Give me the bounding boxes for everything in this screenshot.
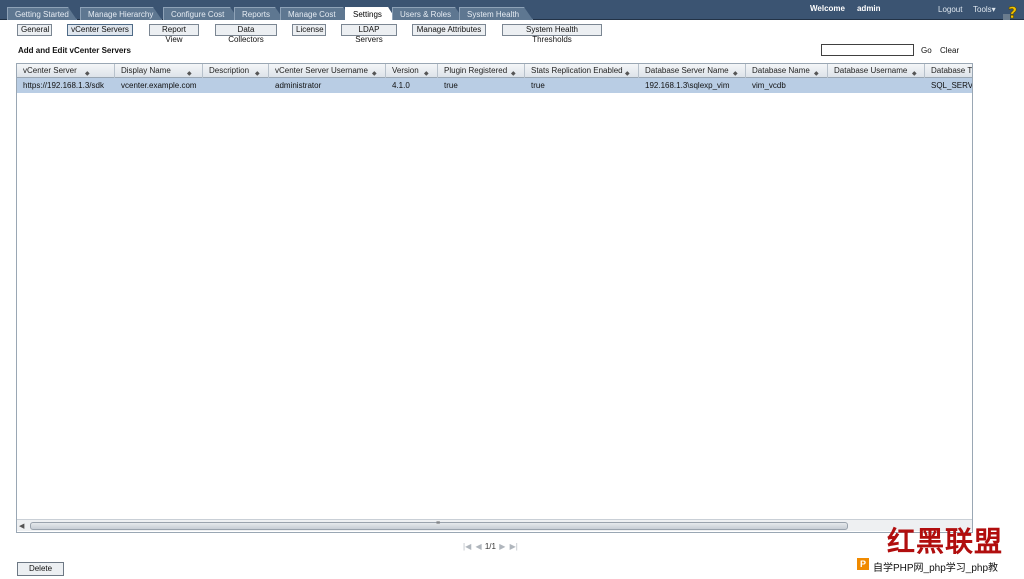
sort-icon[interactable]: ◆ <box>511 68 516 78</box>
column-header-description[interactable]: Description ◆ <box>203 64 269 78</box>
watermark-site-text: 自学PHP网_php学习_php教 <box>873 563 999 574</box>
column-header-display-name[interactable]: Display Name ◆ <box>115 64 203 78</box>
table-cell: vcenter.example.com <box>121 81 197 90</box>
help-question-icon[interactable]: ? <box>1003 3 1021 20</box>
subnav-vcenter-servers-button[interactable]: vCenter Servers <box>67 24 133 36</box>
first-page-icon[interactable]: |◀ <box>463 542 471 551</box>
tab-manage-cost[interactable]: Manage Cost <box>280 7 352 20</box>
watermark-badge-icon: P <box>857 558 869 570</box>
table-cell: true <box>444 81 458 90</box>
column-header-label: Plugin Registered <box>444 66 508 75</box>
sort-icon[interactable]: ◆ <box>625 68 630 78</box>
subnav-general-button[interactable]: General <box>17 24 52 36</box>
column-header-label: Version <box>392 66 419 75</box>
tab-manage-hierarchy[interactable]: Manage Hierarchy <box>80 7 162 20</box>
horizontal-scrollbar[interactable]: ◀ ≡ <box>17 519 972 531</box>
sort-icon[interactable]: ◆ <box>255 68 260 78</box>
prev-page-icon[interactable]: ◀ <box>475 542 481 551</box>
pagination: |◀ ◀ 1/1 ▶ ▶| <box>462 542 519 551</box>
tools-menu[interactable]: Tools▾ <box>973 5 996 14</box>
subnav-license-button[interactable]: License <box>292 24 326 36</box>
subnav-system-health-thresholds-button[interactable]: System Health Thresholds <box>502 24 602 44</box>
tab-system-health[interactable]: System Health <box>459 7 533 20</box>
next-page-icon[interactable]: ▶ <box>499 542 505 551</box>
tab-configure-cost[interactable]: Configure Cost <box>163 7 239 20</box>
column-header-version[interactable]: Version ◆ <box>386 64 438 78</box>
table-cell: 4.1.0 <box>392 81 410 90</box>
column-header-plugin-registered[interactable]: Plugin Registered ◆ <box>438 64 525 78</box>
subnav-manage-attributes-button[interactable]: Manage Attributes <box>412 24 486 36</box>
column-header-label: Database Ty <box>931 66 973 75</box>
welcome-label: Welcome <box>810 4 845 13</box>
page-title: Add and Edit vCenter Servers <box>18 46 131 55</box>
table-cell <box>828 78 925 93</box>
column-header-label: Database Server Name <box>645 66 729 75</box>
table-cell <box>203 78 269 93</box>
table-cell: SQL_SERVER <box>931 81 973 90</box>
column-header-label: Stats Replication Enabled <box>531 66 623 75</box>
table-cell: vim_vcdb <box>752 81 786 90</box>
column-header-label: Description <box>209 66 250 75</box>
last-page-icon[interactable]: ▶| <box>510 542 518 551</box>
subnav-ldap-servers-button[interactable]: LDAP Servers <box>341 24 397 44</box>
tab-getting-started[interactable]: Getting Started <box>7 7 77 20</box>
column-header-vcenter-username[interactable]: vCenter Server Username ◆ <box>269 64 386 78</box>
table-row[interactable]: https://192.168.1.3/sdk vcenter.example.… <box>17 78 973 93</box>
column-header-label: Display Name <box>121 66 171 75</box>
column-header-vcenter-server[interactable]: vCenter Server ◆ <box>17 64 115 78</box>
go-button[interactable]: Go <box>921 46 932 55</box>
column-header-database-name[interactable]: Database Name ◆ <box>746 64 828 78</box>
table-cell: true <box>531 81 545 90</box>
svg-text:?: ? <box>1008 3 1017 20</box>
column-header-label: Database Name <box>752 66 810 75</box>
sort-icon[interactable]: ◆ <box>733 68 738 78</box>
page-indicator: 1/1 <box>484 542 496 551</box>
column-header-label: Database Username <box>834 66 908 75</box>
table-cell: https://192.168.1.3/sdk <box>23 81 104 90</box>
column-header-label: vCenter Server Username <box>275 66 368 75</box>
watermark-logo: 红黑联盟 <box>887 525 1004 558</box>
subnav-report-view-button[interactable]: Report View <box>149 24 199 44</box>
delete-button[interactable]: Delete <box>17 562 64 576</box>
sort-icon[interactable]: ◆ <box>85 68 90 78</box>
scroll-left-icon[interactable]: ◀ <box>19 522 24 530</box>
table-cell: administrator <box>275 81 322 90</box>
table-header: vCenter Server ◆ Display Name ◆ Descriptio… <box>17 64 973 78</box>
column-header-label: vCenter Server <box>23 66 77 75</box>
sort-icon[interactable]: ◆ <box>424 68 429 78</box>
tab-users-roles[interactable]: Users & Roles <box>392 7 464 20</box>
welcome-text: Welcome admin <box>810 4 881 13</box>
search-input[interactable] <box>821 44 914 56</box>
top-navigation-bar: Getting Started Manage Hierarchy Configu… <box>0 0 1024 20</box>
sort-icon[interactable]: ◆ <box>912 68 917 78</box>
clear-button[interactable]: Clear <box>940 46 959 55</box>
logout-link[interactable]: Logout <box>938 5 962 14</box>
scrollbar-grip-icon: ≡ <box>436 520 441 527</box>
column-header-database-server-name[interactable]: Database Server Name ◆ <box>639 64 746 78</box>
sort-icon[interactable]: ◆ <box>372 68 377 78</box>
tab-reports[interactable]: Reports <box>234 7 284 20</box>
subnav-data-collectors-button[interactable]: Data Collectors <box>215 24 277 44</box>
column-header-database-username[interactable]: Database Username ◆ <box>828 64 925 78</box>
tab-settings[interactable]: Settings <box>345 7 397 21</box>
column-header-stats-replication[interactable]: Stats Replication Enabled ◆ <box>525 64 639 78</box>
sort-icon[interactable]: ◆ <box>187 68 192 78</box>
scrollbar-thumb[interactable]: ≡ <box>30 520 848 530</box>
column-header-database-type[interactable]: Database Ty <box>925 64 973 78</box>
vcenter-servers-table: vCenter Server ◆ Display Name ◆ Descriptio… <box>16 63 973 533</box>
username: admin <box>856 4 881 13</box>
sort-icon[interactable]: ◆ <box>814 68 819 78</box>
table-cell: 192.168.1.3\sqlexp_vim <box>645 81 730 90</box>
